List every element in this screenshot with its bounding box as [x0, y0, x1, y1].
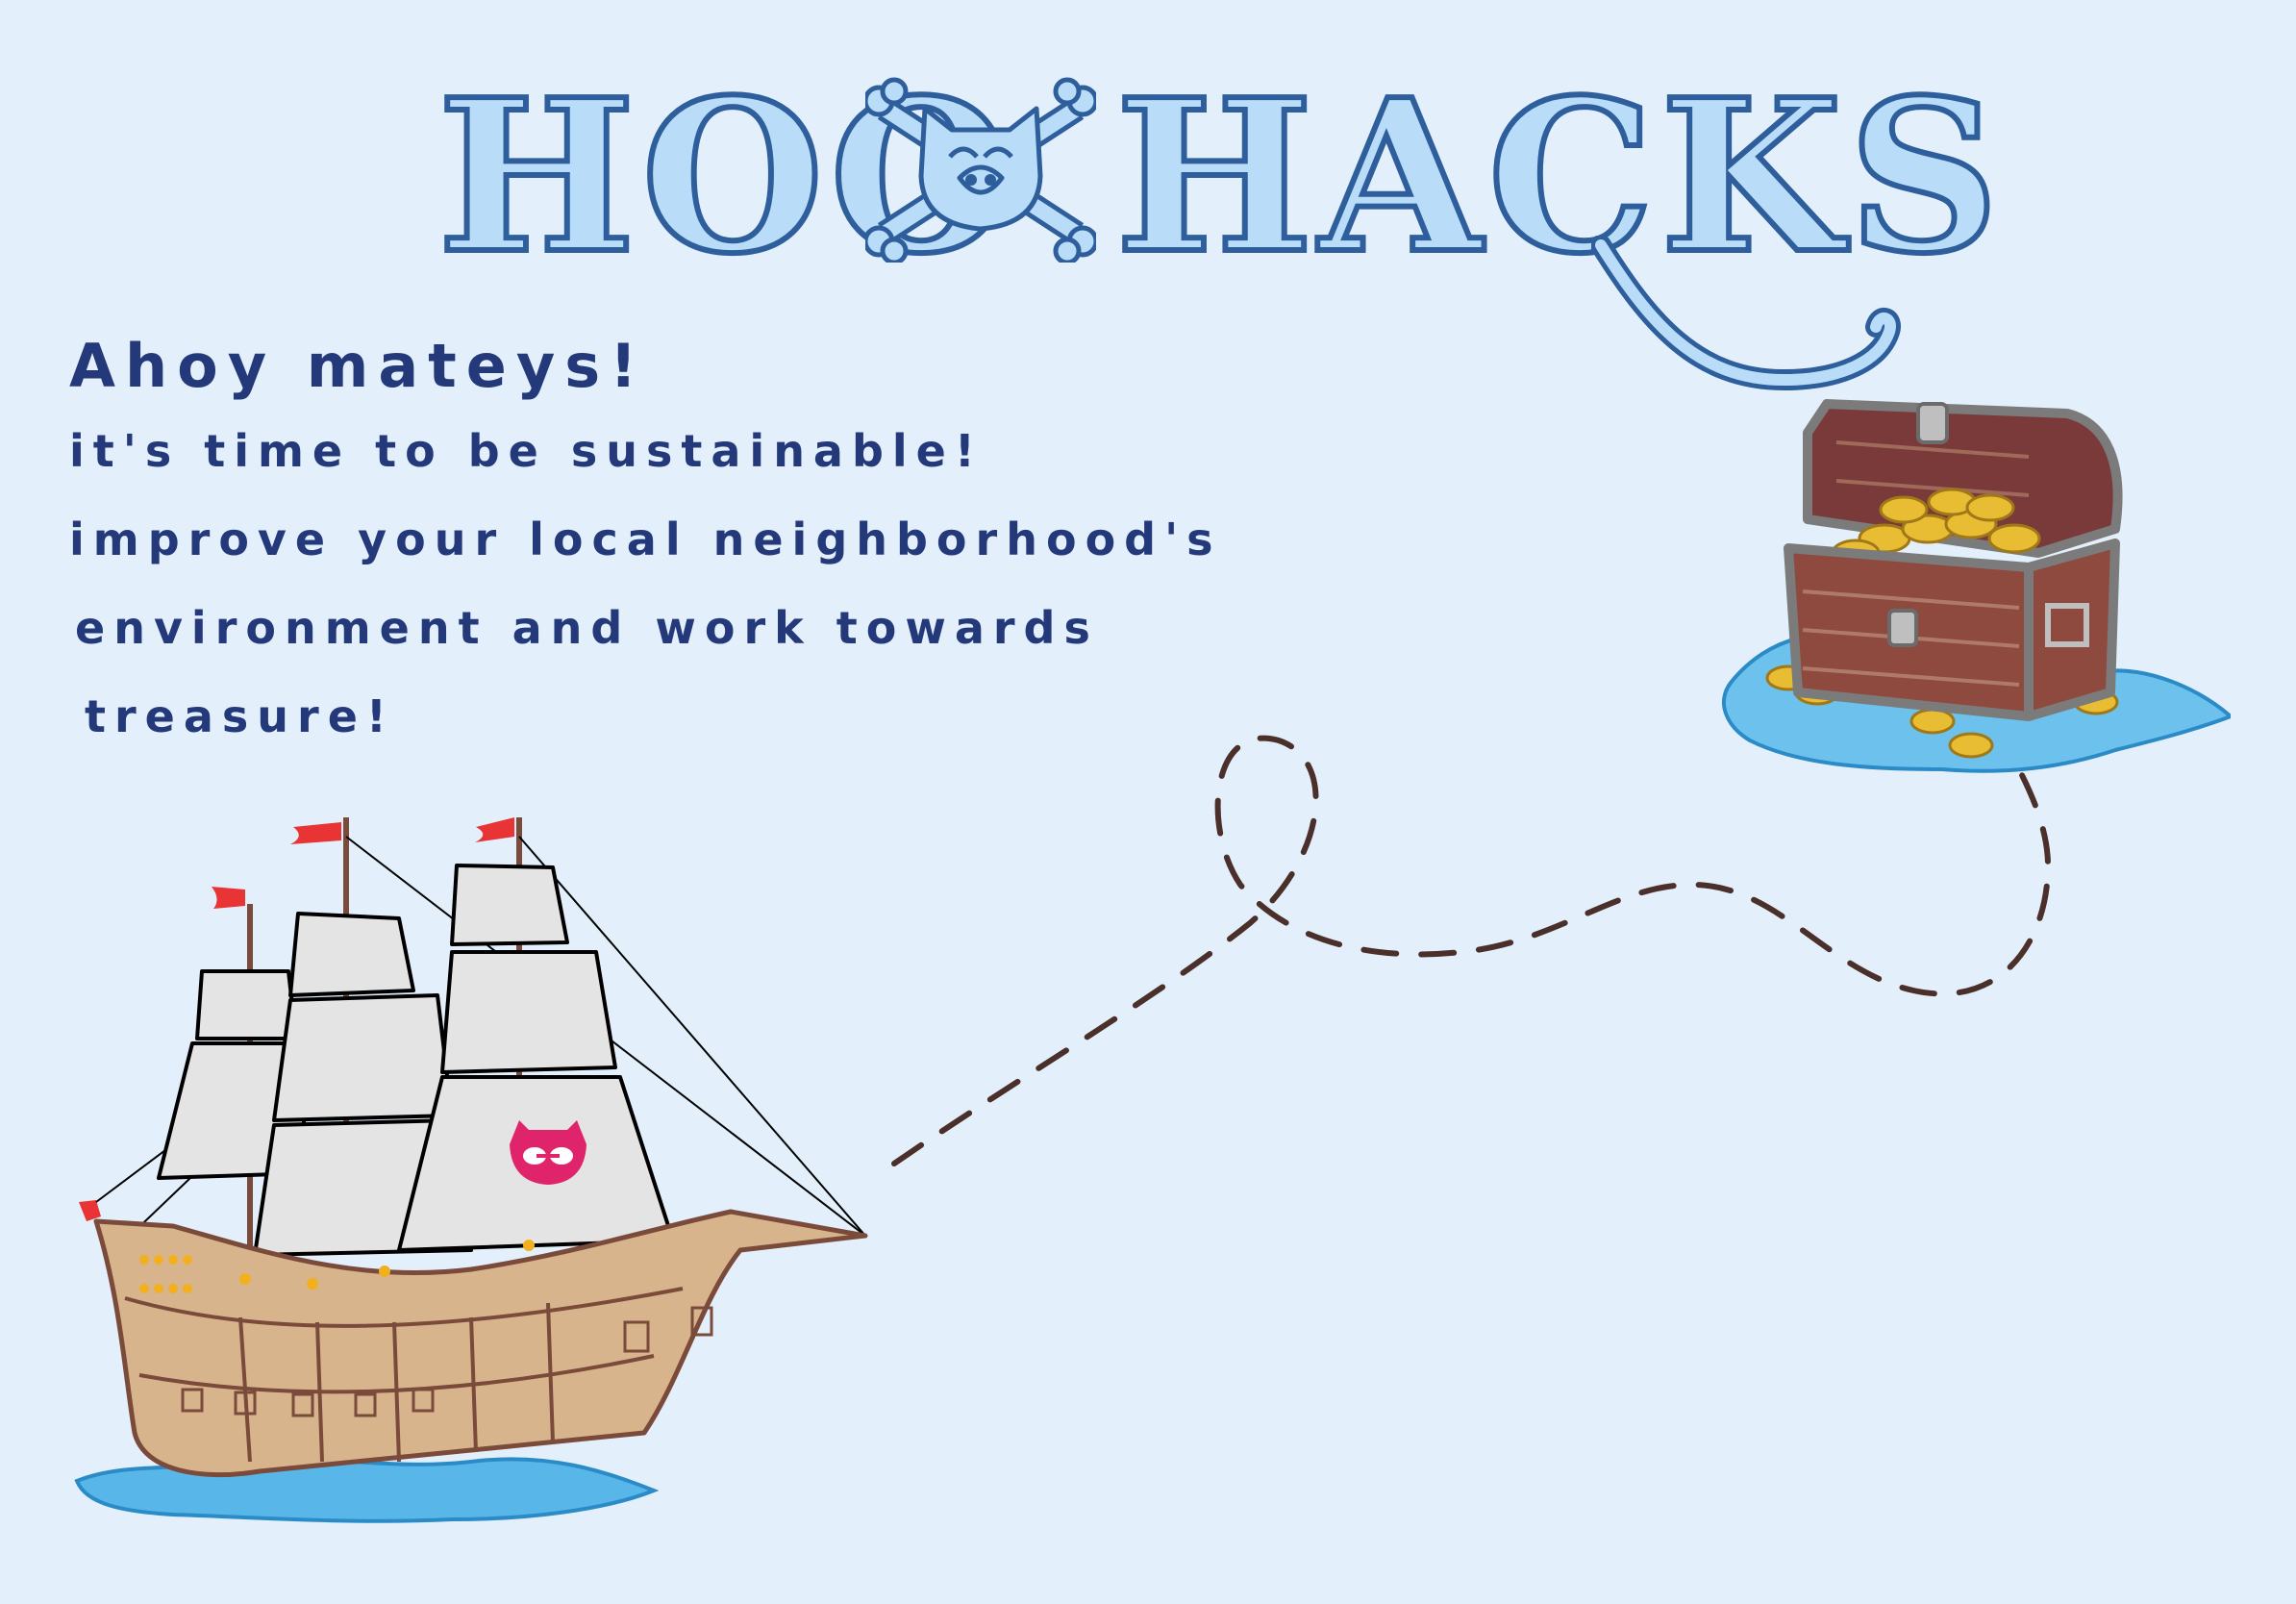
treasure-chest-icon [1721, 399, 2231, 773]
owl-crossbones-icon [865, 77, 1096, 263]
message-line: it's time to be sustainable! [69, 425, 984, 477]
pirate-ship-icon [74, 817, 868, 1523]
welcome-message: Ahoy mateys! it's time to be sustainable… [69, 331, 1222, 783]
title-swash-icon [1591, 236, 1901, 391]
message-line: environment and work towards [75, 602, 1099, 654]
hoohacks-title: HOO HACKS [435, 53, 2003, 391]
message-line: improve your local neighborhood's [69, 514, 1222, 565]
greeting-text: Ahoy mateys! [69, 331, 647, 401]
message-line: treasure! [85, 690, 395, 742]
